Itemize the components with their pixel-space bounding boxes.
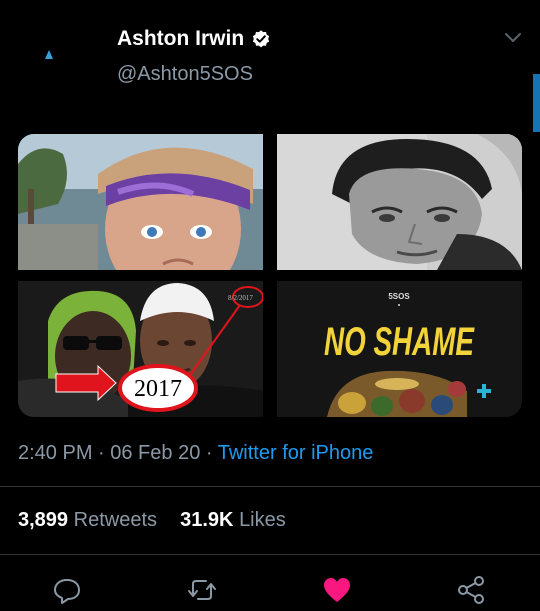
author-handle[interactable]: @Ashton5SOS — [117, 63, 253, 86]
album-title: NO SHAME — [324, 320, 475, 364]
author-name-row[interactable]: Ashton Irwin — [117, 27, 271, 51]
retweet-icon — [188, 580, 216, 600]
likes-label: Likes — [239, 509, 286, 531]
share-button[interactable] — [456, 575, 486, 605]
image3-small-date: 8/2/2017 — [228, 294, 253, 302]
image3-year-label: 2017 — [134, 376, 182, 402]
author-avatar[interactable] — [42, 48, 56, 62]
divider-top — [0, 486, 540, 487]
tweet-stats: 3,899 Retweets 31.9K Likes — [18, 509, 286, 532]
media-image-4[interactable]: 5SOS NO SHAME — [277, 281, 522, 417]
chevron-down-icon[interactable] — [503, 30, 523, 46]
media-image-1[interactable] — [18, 134, 263, 270]
retweets-count: 3,899 — [18, 509, 69, 531]
heart-icon — [324, 578, 350, 602]
share-icon — [458, 576, 484, 604]
tweet-metadata: 2:40 PM · 06 Feb 20 · Twitter for iPhone — [18, 442, 373, 465]
scrollbar-accent[interactable] — [533, 74, 540, 132]
tweet-timestamp[interactable]: 2:40 PM · 06 Feb 20 · — [18, 442, 218, 464]
reply-icon — [54, 579, 80, 604]
likes-count: 31.9K — [180, 509, 234, 531]
like-button[interactable] — [322, 575, 352, 605]
media-grid: 8/2/2017 2017 5SOS NO SHAME — [18, 134, 522, 417]
media-image-3[interactable]: 8/2/2017 2017 — [18, 281, 263, 417]
retweet-button[interactable] — [187, 575, 217, 605]
retweets-label: Retweets — [73, 509, 157, 531]
media-image-2[interactable] — [277, 134, 522, 270]
verified-badge-icon — [253, 30, 270, 48]
album-brand: 5SOS — [388, 292, 410, 301]
divider-bottom — [0, 554, 540, 555]
tweet-actions-bar — [0, 575, 540, 611]
likes-stat[interactable]: 31.9K Likes — [180, 509, 286, 531]
reply-button[interactable] — [52, 575, 82, 605]
author-name[interactable]: Ashton Irwin — [117, 27, 244, 51]
tweet-source-link[interactable]: Twitter for iPhone — [218, 442, 374, 464]
retweets-stat[interactable]: 3,899 Retweets — [18, 509, 157, 531]
